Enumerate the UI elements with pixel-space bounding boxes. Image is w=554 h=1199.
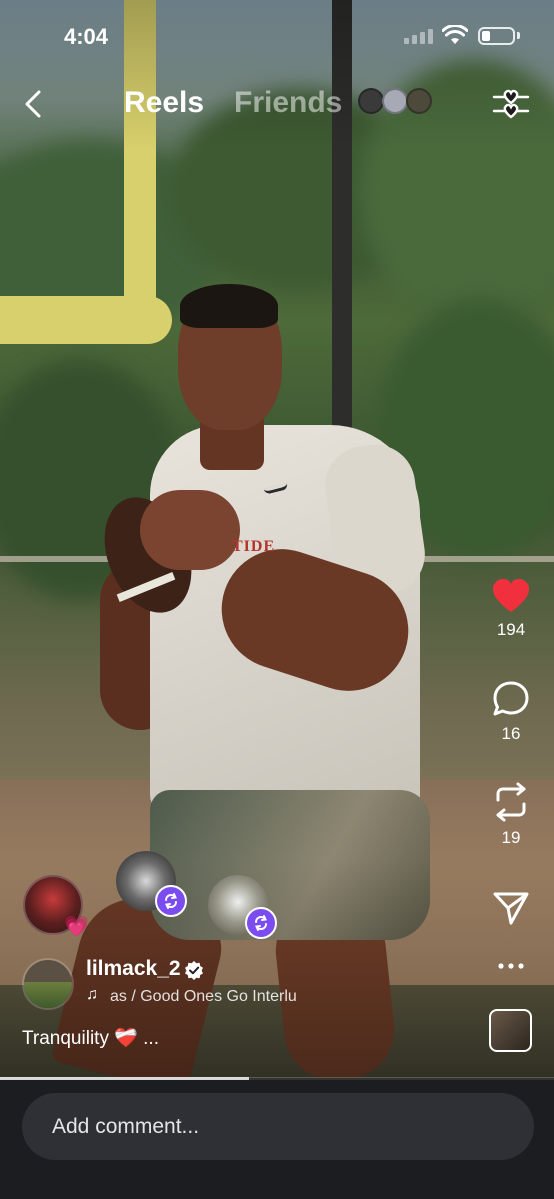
more-action <box>482 956 540 976</box>
heart-icon <box>493 579 529 612</box>
author-username[interactable]: lilmack_2 <box>86 957 181 981</box>
comment-action: 16 <box>482 680 540 744</box>
repost-badge <box>155 885 187 917</box>
reels-header: Reels Friends <box>0 78 554 130</box>
tab-friends[interactable]: Friends <box>234 86 342 120</box>
status-time: 4:04 <box>64 24 109 49</box>
speech-bubble-icon <box>493 681 529 716</box>
repost-count: 19 <box>501 828 521 847</box>
wifi-icon <box>442 25 468 44</box>
audio-title[interactable]: as / Good Ones Go Interlu <box>110 988 316 1006</box>
add-comment-input[interactable] <box>22 1093 534 1160</box>
friends-avatar-stack[interactable] <box>358 88 438 118</box>
audio-thumbnail[interactable] <box>489 1009 532 1052</box>
player-hair <box>180 284 278 328</box>
comment-bar <box>0 1080 554 1199</box>
chevron-left-icon <box>25 90 41 118</box>
cellular-signal-icon <box>404 29 433 44</box>
repost-icon <box>165 893 177 909</box>
ellipsis-icon <box>498 963 524 969</box>
repost-action: 19 <box>482 782 540 848</box>
like-action: 194 <box>482 578 540 640</box>
verified-badge-icon <box>185 961 203 980</box>
repost-badge <box>245 907 277 939</box>
more-options-button[interactable] <box>496 956 526 976</box>
repost-button[interactable] <box>492 782 530 822</box>
tab-reels[interactable]: Reels <box>124 86 204 120</box>
friend-avatar <box>382 88 408 114</box>
status-bar: 4:04 <box>0 0 554 70</box>
author-avatar[interactable] <box>22 958 74 1010</box>
player-hand <box>140 490 240 570</box>
like-count: 194 <box>496 620 526 639</box>
share-action <box>482 890 540 926</box>
shirt-logo-text: TIDE <box>232 538 276 555</box>
goal-post-crossbar <box>0 296 172 344</box>
friend-avatar <box>406 88 432 114</box>
friend-avatar <box>358 88 384 114</box>
sliders-heart-icon <box>492 89 530 119</box>
post-caption[interactable]: Tranquility ❤️‍🩹 ... <box>22 1026 159 1050</box>
share-button[interactable] <box>492 890 530 926</box>
filter-button[interactable] <box>490 84 532 124</box>
heart-badge-icon: 💗 <box>64 916 89 938</box>
like-button[interactable] <box>491 578 531 614</box>
back-button[interactable] <box>18 86 50 122</box>
comment-button[interactable] <box>492 680 530 718</box>
repost-icon <box>255 915 267 931</box>
comment-count: 16 <box>501 724 521 743</box>
battery-icon <box>478 27 515 45</box>
music-note-icon: ♫ <box>86 986 98 1003</box>
send-icon <box>493 892 529 925</box>
battery-tip <box>517 32 520 39</box>
repost-icon <box>496 782 526 822</box>
